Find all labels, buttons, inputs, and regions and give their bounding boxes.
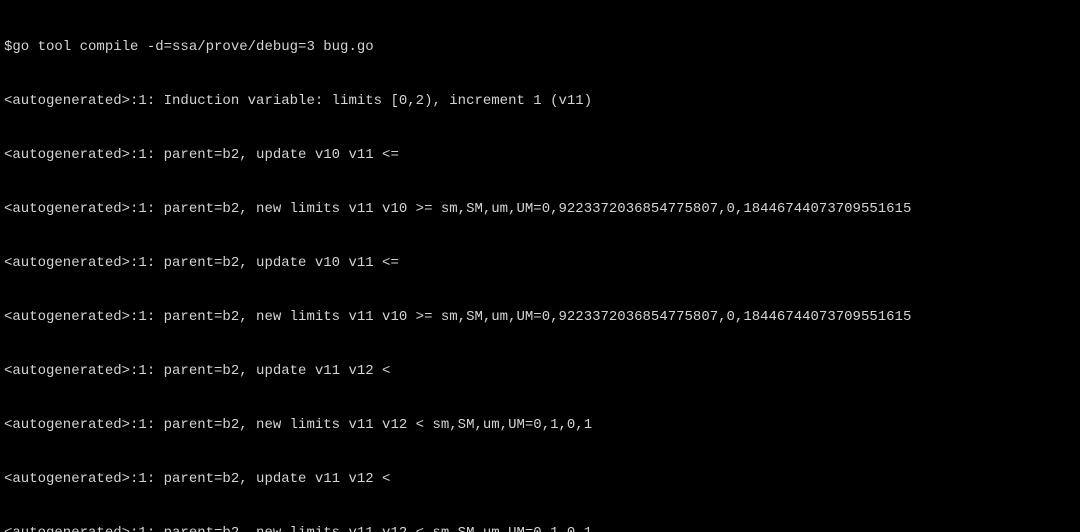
command-line: $go tool compile -d=ssa/prove/debug=3 bu… (4, 38, 1076, 56)
output-line: <autogenerated>:1: parent=b2, new limits… (4, 524, 1076, 532)
output-line: <autogenerated>:1: parent=b2, update v11… (4, 470, 1076, 488)
output-line: <autogenerated>:1: parent=b2, update v11… (4, 362, 1076, 380)
output-line: <autogenerated>:1: parent=b2, new limits… (4, 308, 1076, 326)
output-line: <autogenerated>:1: parent=b2, new limits… (4, 200, 1076, 218)
output-line: <autogenerated>:1: parent=b2, update v10… (4, 254, 1076, 272)
output-line: <autogenerated>:1: parent=b2, update v10… (4, 146, 1076, 164)
terminal-output[interactable]: $go tool compile -d=ssa/prove/debug=3 bu… (0, 0, 1080, 532)
output-line: <autogenerated>:1: Induction variable: l… (4, 92, 1076, 110)
output-line: <autogenerated>:1: parent=b2, new limits… (4, 416, 1076, 434)
